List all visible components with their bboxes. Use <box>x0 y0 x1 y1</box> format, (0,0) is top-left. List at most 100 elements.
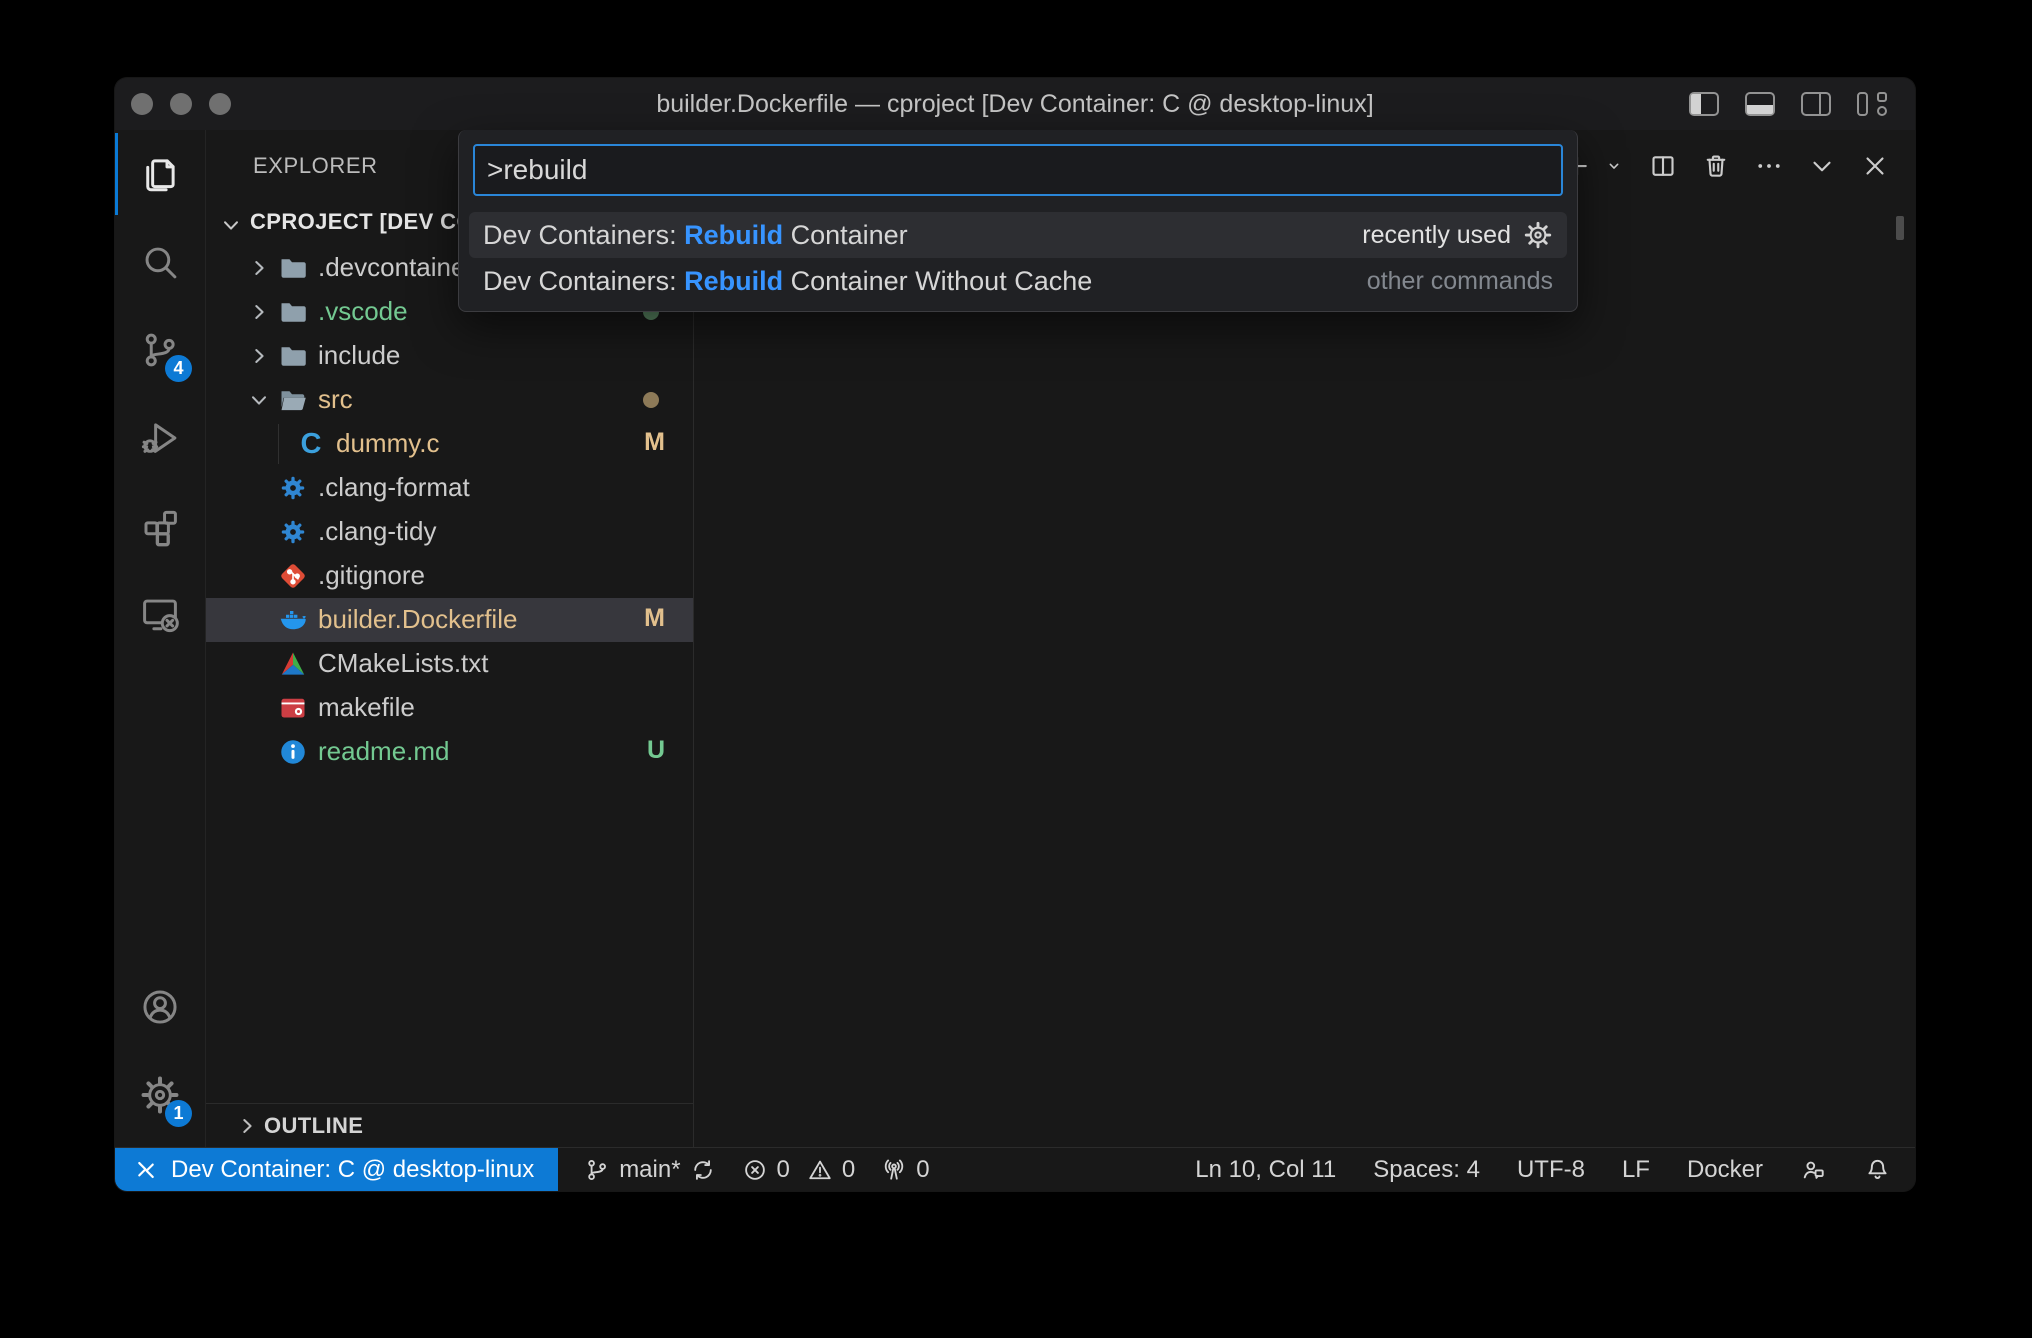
file-label: include <box>318 340 400 371</box>
command-label: Dev Containers: Rebuild Container Withou… <box>483 266 1092 297</box>
file-label: makefile <box>318 692 415 723</box>
file-label: builder.Dockerfile <box>318 604 517 635</box>
file-label: .devcontainer <box>318 252 474 283</box>
file-label: .clang-tidy <box>318 516 437 547</box>
ports-status[interactable]: 0 <box>881 1156 929 1184</box>
chevron-down-icon[interactable] <box>1806 150 1838 182</box>
remote-label: Dev Container: C @ desktop-linux <box>171 1156 534 1184</box>
badge: 1 <box>165 1100 192 1127</box>
chevron-right-icon <box>246 343 272 369</box>
debug-icon <box>139 417 181 459</box>
configure-keybinding-gear-icon[interactable] <box>1523 220 1553 250</box>
tree-item-include[interactable]: include <box>206 334 693 378</box>
branch-label: main* <box>619 1156 680 1184</box>
activity-item-search[interactable] <box>115 218 205 306</box>
layout-controls <box>1689 92 1889 116</box>
makefile-icon <box>278 693 308 723</box>
activity-item-run-debug[interactable] <box>115 394 205 482</box>
file-label: CMakeLists.txt <box>318 648 489 679</box>
git-status-badge: U <box>647 736 665 765</box>
encoding[interactable]: UTF-8 <box>1517 1156 1585 1184</box>
close-icon[interactable] <box>1859 150 1891 182</box>
badge: 4 <box>165 355 192 382</box>
trash-icon[interactable] <box>1700 150 1732 182</box>
folder-icon <box>278 253 308 283</box>
outline-label: OUTLINE <box>264 1113 363 1139</box>
activity-item-remote-explorer[interactable] <box>115 570 205 658</box>
tree-item-dummy.c[interactable]: Cdummy.cM <box>206 422 693 466</box>
file-label: readme.md <box>318 736 450 767</box>
toggle-primary-sidebar-icon[interactable] <box>1689 92 1719 116</box>
scrollbar-thumb[interactable] <box>1896 216 1904 240</box>
activity-item-explorer[interactable] <box>115 130 205 218</box>
split-icon[interactable] <box>1647 150 1679 182</box>
command-item[interactable]: Dev Containers: Rebuild Container Withou… <box>469 258 1567 304</box>
problems-status[interactable]: 00 <box>742 1156 856 1184</box>
ports-icon <box>881 1157 907 1183</box>
tree-item-.clang-tidy[interactable]: .clang-tidy <box>206 510 693 554</box>
tree-item-makefile[interactable]: makefile <box>206 686 693 730</box>
chevron-down-small-icon[interactable] <box>1602 150 1626 182</box>
cursor-position[interactable]: Ln 10, Col 11 <box>1195 1156 1336 1184</box>
desktop-background: builder.Dockerfile — cproject [Dev Conta… <box>0 0 2032 1338</box>
git-status-badge: M <box>644 428 665 457</box>
ports-count: 0 <box>916 1156 929 1184</box>
ellipsis-icon[interactable] <box>1753 150 1785 182</box>
tree-item-.gitignore[interactable]: .gitignore <box>206 554 693 598</box>
c-icon: C <box>296 429 326 459</box>
language-mode[interactable]: Docker <box>1687 1156 1763 1184</box>
files-icon <box>139 153 181 195</box>
panel-actions <box>1561 150 1891 182</box>
remote-indicator[interactable]: Dev Container: C @ desktop-linux <box>115 1148 558 1191</box>
activity-item-source-control[interactable]: 4 <box>115 306 205 394</box>
folder-open-icon <box>278 385 308 415</box>
tree-item-readme.md[interactable]: readme.md U <box>206 730 693 774</box>
activity-item-settings[interactable]: 1 <box>115 1051 205 1139</box>
indentation[interactable]: Spaces: 4 <box>1373 1156 1480 1184</box>
command-input[interactable]: >rebuild <box>473 144 1563 196</box>
cmake-icon <box>278 649 308 679</box>
eol[interactable]: LF <box>1622 1156 1650 1184</box>
toggle-secondary-sidebar-icon[interactable] <box>1801 92 1831 116</box>
toggle-panel-icon[interactable] <box>1745 92 1775 116</box>
branch-status[interactable]: main* <box>584 1156 715 1184</box>
chevron-right-icon <box>234 1113 260 1139</box>
command-item[interactable]: Dev Containers: Rebuild Container recent… <box>469 212 1567 258</box>
tree-item-.clang-format[interactable]: .clang-format <box>206 466 693 510</box>
search-icon <box>139 241 181 283</box>
extensions-icon <box>139 505 181 547</box>
chevron-right-icon <box>246 255 272 281</box>
outline-section-header[interactable]: OUTLINE <box>206 1103 693 1148</box>
customize-layout-icon[interactable] <box>1857 92 1889 116</box>
tree-item-builder.Dockerfile[interactable]: builder.DockerfileM <box>206 598 693 642</box>
command-results: Dev Containers: Rebuild Container recent… <box>469 212 1567 304</box>
warning-icon <box>807 1157 833 1183</box>
tree-item-src[interactable]: src <box>206 378 693 422</box>
error-icon <box>742 1157 768 1183</box>
file-label: .vscode <box>318 296 408 327</box>
account-icon <box>139 986 181 1028</box>
docker-icon <box>278 605 308 635</box>
remote-explorer-icon <box>139 593 181 635</box>
bell-icon[interactable] <box>1864 1156 1891 1183</box>
command-meta: other commands <box>1367 267 1553 296</box>
feedback-icon[interactable] <box>1800 1156 1827 1183</box>
status-bar: Dev Container: C @ desktop-linuxmain*000… <box>115 1147 1915 1191</box>
gear-file-icon <box>278 517 308 547</box>
command-meta: recently used <box>1362 220 1553 250</box>
activity-item-extensions[interactable] <box>115 482 205 570</box>
indent-guide <box>278 424 279 464</box>
file-label: .gitignore <box>318 560 425 591</box>
sync-icon <box>690 1157 716 1183</box>
git-icon <box>278 561 308 591</box>
chevron-down-icon <box>218 212 244 238</box>
tree-item-CMakeLists.txt[interactable]: CMakeLists.txt <box>206 642 693 686</box>
title-bar: builder.Dockerfile — cproject [Dev Conta… <box>115 78 1915 131</box>
remote-icon <box>133 1157 159 1183</box>
gear-file-icon <box>278 473 308 503</box>
activity-item-accounts[interactable] <box>115 963 205 1051</box>
folder-icon <box>278 297 308 327</box>
folder-icon <box>278 341 308 371</box>
status-bar-right: Ln 10, Col 11 Spaces: 4 UTF-8 LF Docker <box>1195 1156 1891 1184</box>
branch-icon <box>584 1157 610 1183</box>
